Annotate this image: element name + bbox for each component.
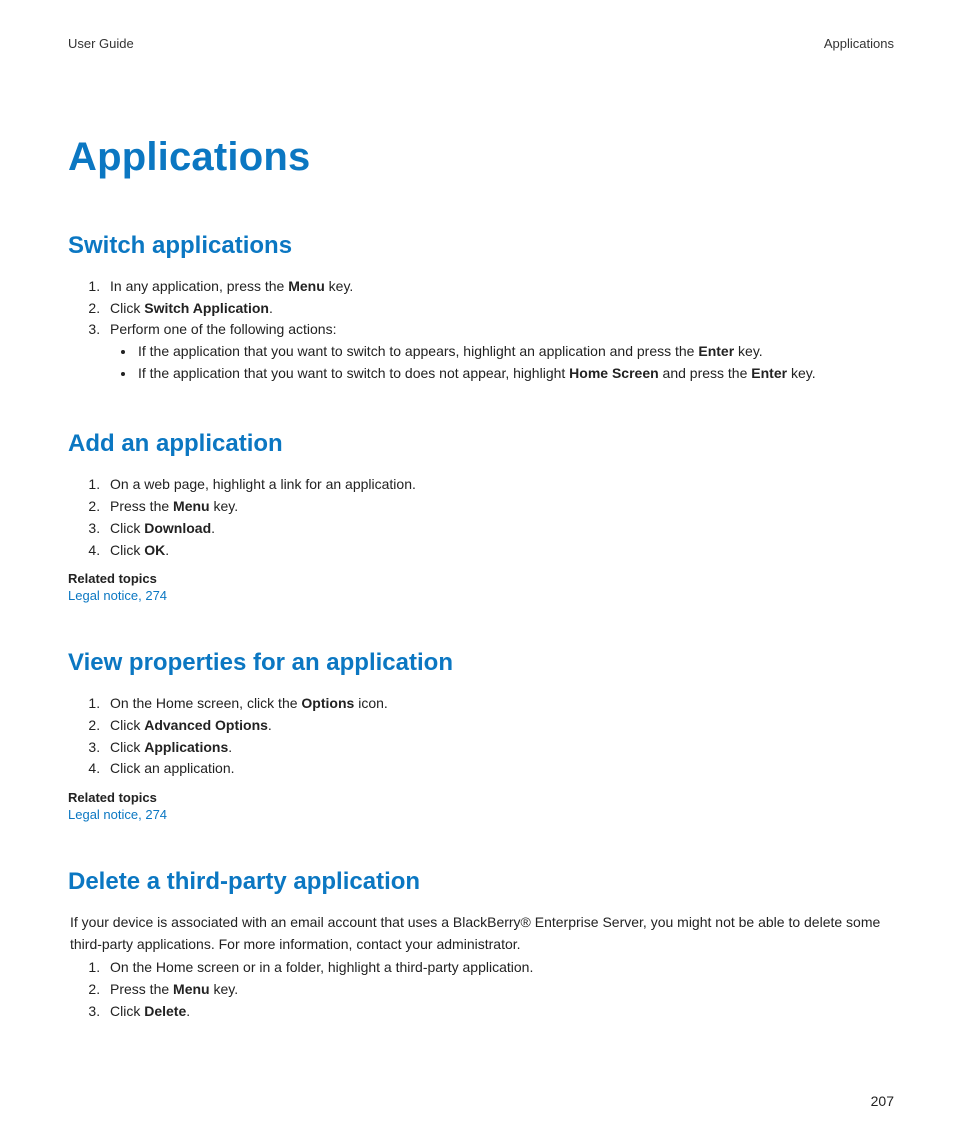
ordered-list: On the Home screen, click the Options ic… xyxy=(68,693,894,780)
section: Delete a third-party application If your … xyxy=(68,868,894,1022)
list-item: Press the Menu key. xyxy=(104,496,894,518)
bold-text: Delete xyxy=(144,1003,186,1019)
section: Switch applications In any application, p… xyxy=(68,232,894,384)
body-text: Click xyxy=(110,542,144,558)
page-title: Applications xyxy=(68,135,894,180)
body-text: icon. xyxy=(354,695,387,711)
list-item: Press the Menu key. xyxy=(104,979,894,1001)
intro-paragraph: If your device is associated with an ema… xyxy=(70,912,894,955)
bold-text: Menu xyxy=(288,278,325,294)
bold-text: Options xyxy=(301,695,354,711)
sub-list-item: If the application that you want to swit… xyxy=(136,341,894,363)
bold-text: Download xyxy=(144,520,211,536)
body-text: In any application, press the xyxy=(110,278,288,294)
ordered-list: In any application, press the Menu key.C… xyxy=(68,276,894,384)
bold-text: Menu xyxy=(173,498,210,514)
body-text: On a web page, highlight a link for an a… xyxy=(110,476,416,492)
body-text: key. xyxy=(325,278,354,294)
body-text: key. xyxy=(210,498,239,514)
body-text: . xyxy=(186,1003,190,1019)
page-header: User Guide Applications xyxy=(68,36,894,51)
body-text: Click an application. xyxy=(110,760,235,776)
related-topics-heading: Related topics xyxy=(68,571,894,586)
list-item: Click Advanced Options. xyxy=(104,715,894,737)
bold-text: Menu xyxy=(173,981,210,997)
header-right: Applications xyxy=(824,36,894,51)
list-item: In any application, press the Menu key. xyxy=(104,276,894,298)
list-item: Click Applications. xyxy=(104,737,894,759)
body-text: Click xyxy=(110,300,144,316)
bold-text: Enter xyxy=(698,343,734,359)
body-text: Press the xyxy=(110,981,173,997)
body-text: Click xyxy=(110,1003,144,1019)
bold-text: Switch Application xyxy=(144,300,269,316)
body-text: Press the xyxy=(110,498,173,514)
list-item: Click Download. xyxy=(104,518,894,540)
page-number: 207 xyxy=(871,1093,894,1109)
body-text: . xyxy=(165,542,169,558)
related-topics-link[interactable]: Legal notice, 274 xyxy=(68,807,894,822)
body-text: Click xyxy=(110,520,144,536)
page: User Guide Applications Applications Swi… xyxy=(0,0,954,1145)
list-item: On a web page, highlight a link for an a… xyxy=(104,474,894,496)
ordered-list: On a web page, highlight a link for an a… xyxy=(68,474,894,561)
sub-bullet-list: If the application that you want to swit… xyxy=(110,341,894,384)
body-text: . xyxy=(228,739,232,755)
body-text: Perform one of the following actions: xyxy=(110,321,336,337)
header-left: User Guide xyxy=(68,36,134,51)
body-text: If the application that you want to swit… xyxy=(138,343,698,359)
body-text: Click xyxy=(110,739,144,755)
ordered-list: On the Home screen or in a folder, highl… xyxy=(68,957,894,1022)
section-heading: Switch applications xyxy=(68,232,894,260)
body-text: If the application that you want to swit… xyxy=(138,365,569,381)
sub-list-item: If the application that you want to swit… xyxy=(136,363,894,385)
body-text: On the Home screen or in a folder, highl… xyxy=(110,959,533,975)
section-heading: View properties for an application xyxy=(68,649,894,677)
related-topics-heading: Related topics xyxy=(68,790,894,805)
list-item: Click OK. xyxy=(104,540,894,562)
list-item: On the Home screen or in a folder, highl… xyxy=(104,957,894,979)
body-text: key. xyxy=(210,981,239,997)
list-item: Click Switch Application. xyxy=(104,298,894,320)
list-item: Click an application. xyxy=(104,758,894,780)
bold-text: OK xyxy=(144,542,165,558)
list-item: On the Home screen, click the Options ic… xyxy=(104,693,894,715)
body-text: If your device is associated with an ema… xyxy=(70,914,880,952)
body-text: . xyxy=(268,717,272,733)
section: View properties for an application On the… xyxy=(68,649,894,822)
bold-text: Advanced Options xyxy=(144,717,268,733)
bold-text: Enter xyxy=(751,365,787,381)
body-text: key. xyxy=(734,343,763,359)
section-heading: Add an application xyxy=(68,430,894,458)
body-text: . xyxy=(269,300,273,316)
bold-text: Home Screen xyxy=(569,365,658,381)
body-text: key. xyxy=(787,365,816,381)
related-topics-link[interactable]: Legal notice, 274 xyxy=(68,588,894,603)
body-text: . xyxy=(211,520,215,536)
list-item: Perform one of the following actions: If … xyxy=(104,319,894,384)
bold-text: Applications xyxy=(144,739,228,755)
body-text: and press the xyxy=(659,365,752,381)
list-item: Click Delete. xyxy=(104,1001,894,1023)
section-heading: Delete a third-party application xyxy=(68,868,894,896)
body-text: Click xyxy=(110,717,144,733)
section: Add an application On a web page, highlig… xyxy=(68,430,894,603)
body-text: On the Home screen, click the xyxy=(110,695,301,711)
